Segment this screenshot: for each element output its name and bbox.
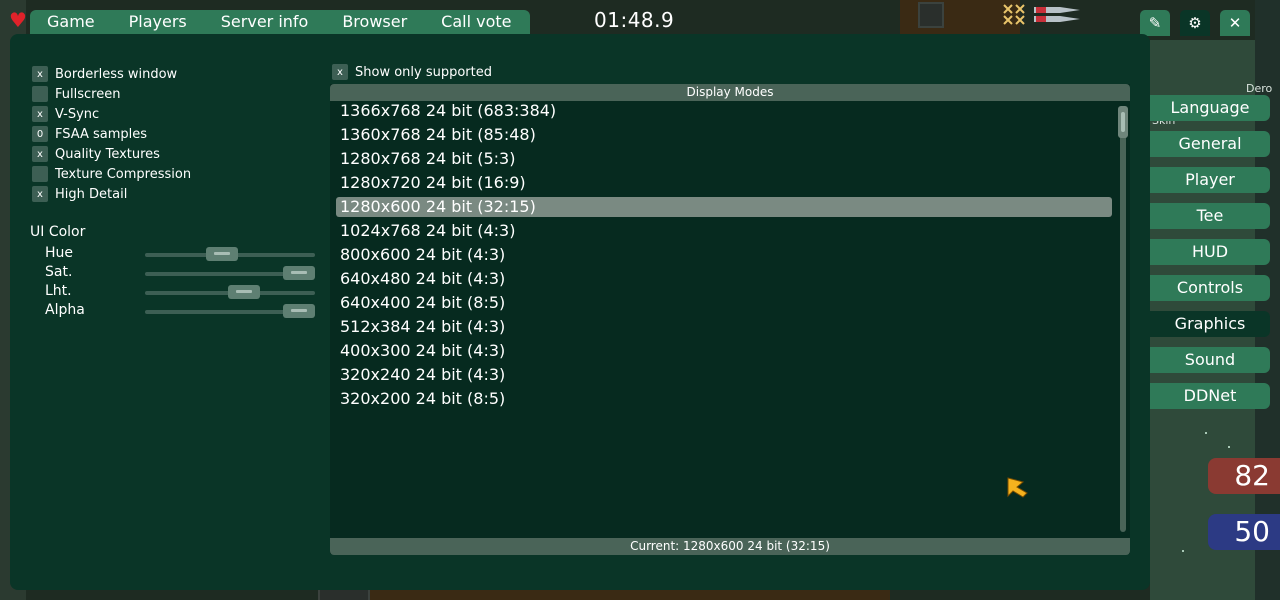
menu-hud[interactable]: HUD <box>1150 239 1270 265</box>
hue-slider-row: Hue <box>45 245 315 263</box>
checkbox[interactable]: x <box>32 146 48 162</box>
slider-knob[interactable] <box>283 304 315 318</box>
background-star <box>1205 432 1207 434</box>
checkbox[interactable]: x <box>32 106 48 122</box>
checkbox[interactable]: x <box>32 66 48 82</box>
option-high-detail[interactable]: x High Detail <box>32 186 127 202</box>
ui-color-title: UI Color <box>30 224 86 240</box>
menu-ddnet[interactable]: DDNet <box>1150 383 1270 409</box>
editor-button[interactable]: ✎ <box>1140 10 1170 36</box>
background-star <box>1182 550 1184 552</box>
scrollbar-thumb[interactable] <box>1118 106 1128 138</box>
top-tab-bar: Game Players Server info Browser Call vo… <box>30 10 530 34</box>
sat-slider-row: Sat. <box>45 264 315 282</box>
menu-general[interactable]: General <box>1150 131 1270 157</box>
race-timer: 01:48.9 <box>594 8 675 32</box>
settings-button[interactable]: ⚙ <box>1180 10 1210 36</box>
option-fsaa-samples[interactable]: 0 FSAA samples <box>32 126 147 142</box>
show-only-supported-option[interactable]: x Show only supported <box>332 64 492 80</box>
menu-tee[interactable]: Tee <box>1150 203 1270 229</box>
gear-icon: ⚙ <box>1188 14 1202 32</box>
graphics-settings-panel: x Borderless window Fullscreen x V-Sync … <box>10 34 1150 590</box>
sat-slider[interactable] <box>145 266 315 280</box>
tab-call-vote[interactable]: Call vote <box>424 10 528 34</box>
checkbox[interactable] <box>32 166 48 182</box>
option-label: Borderless window <box>55 66 178 82</box>
checkbox[interactable] <box>32 86 48 102</box>
heart-icon: ♥ <box>9 8 27 32</box>
menu-language[interactable]: Language <box>1150 95 1270 121</box>
display-mode-item[interactable]: 320x200 24 bit (8:5) <box>336 389 1112 409</box>
hue-slider[interactable] <box>145 247 315 261</box>
background-star <box>1228 446 1230 448</box>
option-quality-textures[interactable]: x Quality Textures <box>32 146 160 162</box>
menu-controls[interactable]: Controls <box>1150 275 1270 301</box>
mouse-cursor-icon <box>1007 477 1028 498</box>
display-mode-item[interactable]: 1024x768 24 bit (4:3) <box>336 221 1112 241</box>
display-mode-item[interactable]: 400x300 24 bit (4:3) <box>336 341 1112 361</box>
option-label: Show only supported <box>355 64 493 80</box>
option-label: High Detail <box>55 186 128 202</box>
display-mode-item[interactable]: 640x480 24 bit (4:3) <box>336 269 1112 289</box>
close-icon: ✕ <box>1228 14 1242 32</box>
menu-sound[interactable]: Sound <box>1150 347 1270 373</box>
slider-label: Hue <box>45 245 74 261</box>
option-fullscreen[interactable]: Fullscreen <box>32 86 120 102</box>
slider-label: Alpha <box>45 302 85 318</box>
display-mode-item[interactable]: 512x384 24 bit (4:3) <box>336 317 1112 337</box>
option-label: Quality Textures <box>55 146 160 162</box>
display-mode-item[interactable]: 1280x768 24 bit (5:3) <box>336 149 1112 169</box>
blue-team-score: 50 <box>1208 514 1280 550</box>
slider-knob[interactable] <box>283 266 315 280</box>
alpha-slider-row: Alpha <box>45 302 315 320</box>
option-texture-compression[interactable]: Texture Compression <box>32 166 191 182</box>
checkbox[interactable]: x <box>332 64 348 80</box>
tab-players[interactable]: Players <box>112 10 204 34</box>
current-mode-label: Current: 1280x600 24 bit (32:15) <box>330 538 1130 555</box>
fsaa-value[interactable]: 0 <box>32 126 48 142</box>
close-button[interactable]: ✕ <box>1220 10 1250 36</box>
lht-slider-row: Lht. <box>45 283 315 301</box>
tab-browser[interactable]: Browser <box>325 10 424 34</box>
option-vsync[interactable]: x V-Sync <box>32 106 99 122</box>
checkbox[interactable]: x <box>32 186 48 202</box>
alpha-slider[interactable] <box>145 304 315 318</box>
option-label: FSAA samples <box>55 126 148 142</box>
option-label: V-Sync <box>55 106 100 122</box>
tab-server-info[interactable]: Server info <box>204 10 326 34</box>
lht-slider[interactable] <box>145 285 315 299</box>
scrollbar[interactable] <box>1118 106 1128 532</box>
display-modes-header: Display Modes <box>330 84 1130 101</box>
menu-player[interactable]: Player <box>1150 167 1270 193</box>
display-mode-item[interactable]: 1280x600 24 bit (32:15) <box>336 197 1112 217</box>
tab-game[interactable]: Game <box>30 10 112 34</box>
display-mode-item[interactable]: 1280x720 24 bit (16:9) <box>336 173 1112 193</box>
weapon-pickup-icon <box>1003 4 1080 25</box>
option-label: Fullscreen <box>55 86 121 102</box>
slider-label: Sat. <box>45 264 73 280</box>
player-name: Dero <box>1246 82 1273 95</box>
slider-knob[interactable] <box>227 285 260 299</box>
background-block <box>918 2 944 28</box>
display-mode-item[interactable]: 1360x768 24 bit (85:48) <box>336 125 1112 145</box>
display-mode-item[interactable]: 640x400 24 bit (8:5) <box>336 293 1112 313</box>
option-borderless-window[interactable]: x Borderless window <box>32 66 177 82</box>
display-mode-item[interactable]: 1366x768 24 bit (683:384) <box>336 101 1112 121</box>
pencil-icon: ✎ <box>1148 14 1162 32</box>
slider-knob[interactable] <box>205 247 238 261</box>
option-label: Texture Compression <box>55 166 192 182</box>
display-mode-item[interactable]: 320x240 24 bit (4:3) <box>336 365 1112 385</box>
slider-label: Lht. <box>45 283 72 299</box>
display-mode-item[interactable]: 800x600 24 bit (4:3) <box>336 245 1112 265</box>
red-team-score: 82 <box>1208 458 1280 494</box>
menu-graphics[interactable]: Graphics <box>1150 311 1270 337</box>
